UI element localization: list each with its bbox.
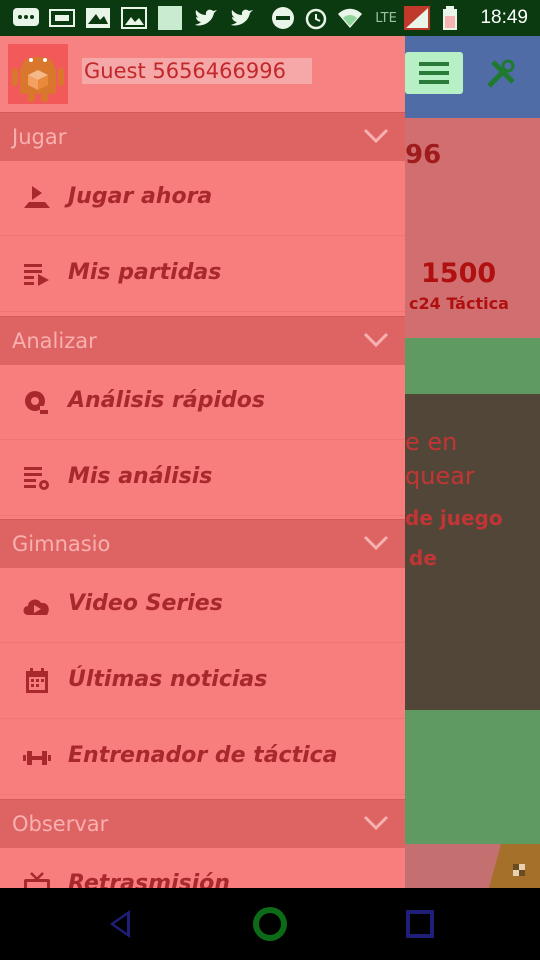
menu-item-video-series[interactable]: Video Series (0, 567, 405, 643)
background-toolbar (405, 36, 540, 118)
menu-item-label: Análisis rápidos (68, 388, 265, 413)
dumbbell-icon (23, 751, 51, 765)
background-rating-value: 1500 (421, 258, 497, 289)
section-label: Analizar (12, 329, 97, 353)
twitter-icon (192, 6, 220, 30)
menu-item-label: Mis partidas (68, 260, 222, 285)
signal-icon (404, 6, 430, 30)
battery-icon (442, 6, 458, 30)
analysis-icon (25, 391, 48, 414)
background-promo-line-2: quear (405, 462, 475, 490)
background-footer (405, 844, 540, 888)
background-green-band-2 (405, 710, 540, 844)
section-analizar[interactable]: Analizar (0, 316, 405, 365)
avatar[interactable] (8, 44, 68, 104)
hamburger-icon (419, 62, 449, 84)
background-rating-label: c24 Táctica (409, 294, 509, 313)
tools-icon (487, 59, 515, 88)
menu-item-jugar-ahora[interactable]: Jugar ahora (0, 160, 405, 236)
android-robot-icon (12, 57, 64, 102)
back-icon[interactable] (100, 904, 140, 944)
background-promo-line-3: de juego (405, 506, 503, 530)
game-icon (48, 6, 76, 30)
drawer-header: Guest 5656466996 (0, 36, 405, 112)
chevron-down-icon (363, 535, 389, 551)
status-bar: LTE 18:49 (0, 0, 540, 36)
recents-icon[interactable] (400, 904, 440, 944)
section-jugar[interactable]: Jugar (0, 112, 405, 161)
menu-item-label: Mis análisis (68, 464, 213, 489)
section-label: Gimnasio (12, 532, 111, 556)
section-label: Jugar (12, 125, 67, 149)
background-partial-number: 96 (405, 140, 442, 170)
play-board-icon (24, 186, 50, 208)
menu-item-analisis-rapidos[interactable]: Análisis rápidos (0, 364, 405, 440)
chat-icon (12, 6, 40, 30)
chevron-down-icon (363, 332, 389, 348)
menu-item-ultimas-noticias[interactable]: Últimas noticias (0, 643, 405, 719)
navigation-drawer: Guest 5656466996 Jugar Jugar ahora Mis p… (0, 36, 405, 888)
tv-icon (24, 872, 50, 888)
background-promo-card: e en quear de juego de (405, 394, 540, 710)
photo-icon (120, 6, 148, 30)
navigation-bar (0, 888, 540, 960)
menu-item-mis-analisis[interactable]: Mis análisis (0, 440, 405, 516)
menu-item-label: Jugar ahora (68, 184, 213, 209)
image-icon (84, 6, 112, 30)
list-gear-icon (24, 467, 49, 490)
network-type: LTE (375, 10, 397, 26)
menu-item-label: Entrenador de táctica (68, 743, 338, 768)
background-rating-card: 96 1500 c24 Táctica (405, 118, 540, 338)
chevron-down-icon (363, 815, 389, 831)
menu-item-label: Retrasmisión (68, 871, 230, 888)
calendar-icon (26, 668, 48, 693)
clock: 18:49 (480, 7, 528, 28)
cloud-play-icon (23, 599, 49, 615)
alarm-icon (303, 6, 329, 30)
menu-item-entrenador-tactica[interactable]: Entrenador de táctica (0, 719, 405, 795)
background-green-band (405, 338, 540, 394)
list-play-icon (24, 264, 49, 286)
blank-icon (156, 6, 184, 30)
section-label: Observar (12, 812, 109, 836)
menu-item-label: Últimas noticias (68, 667, 268, 692)
minus-circle-icon (270, 6, 296, 30)
wifi-icon (336, 6, 364, 30)
user-name[interactable]: Guest 5656466996 (82, 58, 312, 84)
section-gimnasio[interactable]: Gimnasio (0, 519, 405, 568)
section-observar[interactable]: Observar (0, 799, 405, 848)
home-icon[interactable] (250, 904, 290, 944)
menu-item-retrasmision[interactable]: Retrasmisión (0, 847, 405, 888)
twitter-icon (228, 6, 256, 30)
background-promo-line-1: e en (405, 428, 458, 456)
board-tab-icon (489, 844, 540, 888)
menu-item-label: Video Series (68, 591, 223, 616)
background-menu-button (405, 52, 463, 94)
chevron-down-icon (363, 128, 389, 144)
background-promo-line-4: de (409, 546, 437, 570)
menu-item-mis-partidas[interactable]: Mis partidas (0, 236, 405, 312)
